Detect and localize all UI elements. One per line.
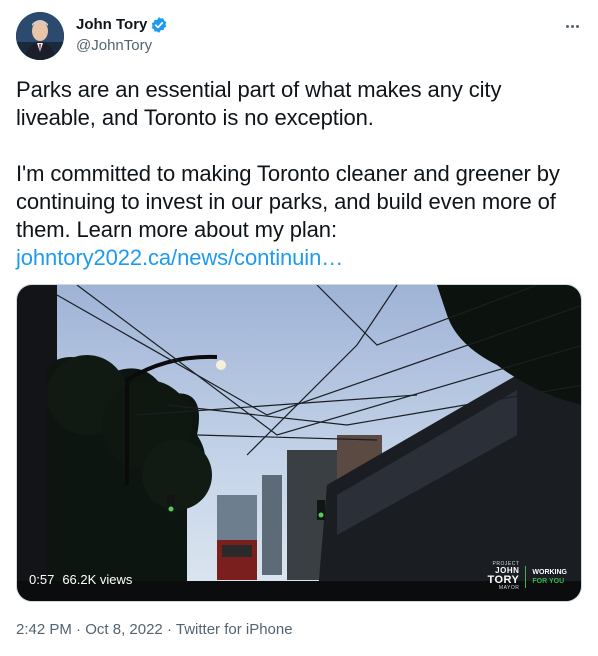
tweet-metadata: 2:42 PM · Oct 8, 2022 · Twitter for iPho…: [16, 620, 293, 640]
video-meta: 0:57 66.2K views: [29, 572, 132, 587]
meta-separator: ·: [166, 621, 172, 638]
tweet-link[interactable]: johntory2022.ca/news/continuin…: [16, 245, 343, 270]
tweet-paragraph-1: Parks are an essential part of what make…: [16, 77, 502, 130]
campaign-tagline-line2: FOR YOU: [532, 577, 565, 585]
campaign-logo-divider: [525, 565, 527, 588]
tweet-time[interactable]: 2:42 PM: [16, 621, 72, 638]
verified-badge-icon: [150, 16, 168, 34]
author-block: John Tory @JohnTory: [76, 15, 168, 56]
video-duration: 0:57: [29, 572, 55, 587]
more-options-icon-dot: [575, 24, 579, 28]
tweet-source[interactable]: Twitter for iPhone: [176, 621, 293, 638]
author-display-name[interactable]: John Tory: [76, 15, 147, 35]
meta-separator: ·: [76, 621, 82, 638]
more-options-button[interactable]: [560, 14, 584, 38]
tweet-date[interactable]: Oct 8, 2022: [85, 621, 163, 638]
tweet-paragraph-2-text: I'm committed to making Toronto cleaner …: [16, 161, 560, 242]
more-options-icon: [565, 24, 569, 28]
campaign-logo-name: PROJECT JOHN TORY MAYOR: [487, 562, 519, 591]
campaign-logo-mayor: MAYOR: [498, 585, 520, 591]
campaign-logo: PROJECT JOHN TORY MAYOR WORKING FOR YOU: [487, 562, 567, 591]
author-name-row: John Tory: [76, 15, 168, 35]
video-thumbnail: [17, 285, 581, 601]
video-views: 66.2K views: [62, 572, 133, 587]
author-handle[interactable]: @JohnTory: [76, 36, 168, 56]
tweet-text: Parks are an essential part of what make…: [16, 76, 582, 272]
campaign-logo-tagline: WORKING FOR YOU: [532, 568, 567, 586]
avatar[interactable]: [16, 12, 64, 60]
tweet-paragraph-2: I'm committed to making Toronto cleaner …: [16, 160, 582, 272]
video-player[interactable]: 0:57 66.2K views PROJECT JOHN TORY MAYOR…: [16, 284, 582, 602]
more-options-icon-dot: [570, 24, 574, 28]
campaign-tagline-line1: WORKING: [532, 568, 567, 576]
